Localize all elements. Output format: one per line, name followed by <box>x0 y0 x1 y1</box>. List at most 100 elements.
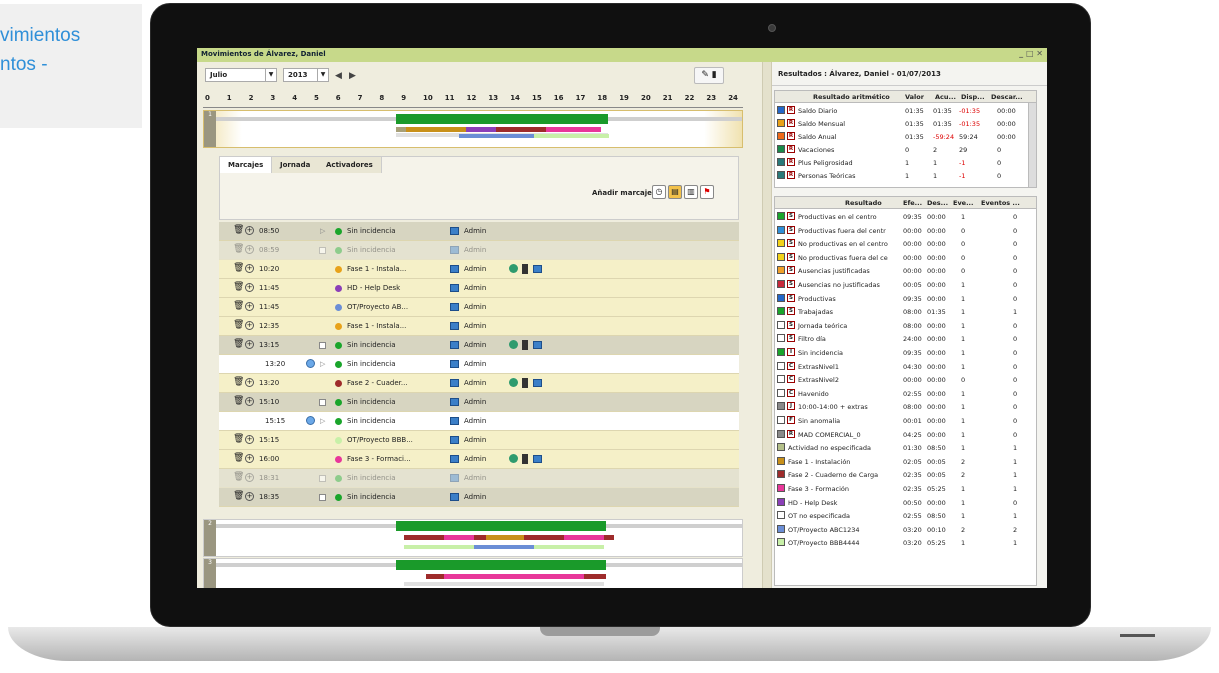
info-icon[interactable] <box>306 359 315 368</box>
trash-icon[interactable]: 🗑 <box>233 301 244 311</box>
table-row[interactable]: F Sin anomalia 00:01 00:00 1 0 <box>775 414 1036 427</box>
table-row[interactable]: S Productivas fuera del centr 00:00 00:00 0 0 <box>775 224 1036 237</box>
checkbox[interactable] <box>319 399 326 406</box>
phone-icon[interactable] <box>522 340 528 350</box>
column-header[interactable]: Eventos ... <box>981 199 1020 207</box>
mark-row[interactable]: 🗑 +18:31 Sin incidencia Admin <box>219 469 739 488</box>
table-row[interactable]: OT/Proyecto BBB4444 03:20 05:25 1 1 <box>775 536 1036 549</box>
column-header[interactable]: Des... <box>927 199 948 207</box>
year-select[interactable]: 2013 ▼ <box>283 68 329 82</box>
table-row[interactable]: S Ausencias no justificadas 00:05 00:00 1 0 <box>775 278 1036 291</box>
trash-icon[interactable]: 🗑 <box>233 225 244 235</box>
table-row[interactable]: R Saldo Mensual 01:35 01:35 -01:35 00:00 <box>775 117 1036 130</box>
table-row[interactable]: C ExtrasNivel2 00:00 00:00 0 0 <box>775 373 1036 386</box>
column-header[interactable]: Disp... <box>961 93 985 101</box>
trash-icon[interactable]: 🗑 <box>233 396 244 406</box>
add-icon[interactable]: + <box>245 283 254 292</box>
mark-row[interactable]: 🗑 +11:45 OT/Proyecto AB... Admin <box>219 298 739 317</box>
day-timeline-3[interactable]: 3 <box>203 558 743 588</box>
timeline-segment[interactable] <box>546 127 601 132</box>
flag-icon[interactable]: ⚑ <box>700 185 714 199</box>
table-row[interactable]: R Saldo Anual 01:35 -59:24 59:24 00:00 <box>775 130 1036 143</box>
mark-row[interactable]: 🗑 +12:35 Fase 1 - Instala... Admin <box>219 317 739 336</box>
mark-row[interactable]: 13:20 ▷ Sin incidencia Admin <box>219 355 739 374</box>
add-icon[interactable]: + <box>245 454 254 463</box>
chevron-down-icon[interactable]: ▼ <box>265 69 276 81</box>
table-row[interactable]: OT/Proyecto ABC1234 03:20 00:10 2 2 <box>775 523 1036 536</box>
month-select[interactable]: Julio ▼ <box>205 68 277 82</box>
timeline-segment[interactable] <box>396 127 406 132</box>
trash-icon[interactable]: 🗑 <box>233 491 244 501</box>
info-icon[interactable] <box>306 416 315 425</box>
prev-arrow-icon[interactable]: ◀ <box>335 71 342 81</box>
monitor-icon[interactable] <box>533 379 542 387</box>
table-row[interactable]: S Ausencias justificadas 00:00 00:00 0 0 <box>775 264 1036 277</box>
tab-jornada[interactable]: Jornada <box>272 157 320 173</box>
column-header[interactable]: Eve... <box>953 199 974 207</box>
timeline-segment[interactable] <box>444 574 584 579</box>
chevron-down-icon[interactable]: ▼ <box>317 69 328 81</box>
table-row[interactable]: S Productivas 09:35 00:00 1 0 <box>775 292 1036 305</box>
day-timeline-2[interactable]: 2 <box>203 519 743 557</box>
table-row[interactable]: S No productivas en el centro 00:00 00:00 0 0 <box>775 237 1036 250</box>
trash-icon[interactable]: 🗑 <box>233 339 244 349</box>
add-icon[interactable]: + <box>245 264 254 273</box>
mark-row[interactable]: 🗑 +16:00 Fase 3 - Formaci... Admin <box>219 450 739 469</box>
table-row[interactable]: C Havenido 02:55 00:00 1 0 <box>775 387 1036 400</box>
window-controls[interactable]: _ □ ✕ <box>1019 49 1043 58</box>
timeline-segment[interactable] <box>396 114 608 124</box>
table-row[interactable]: R Vacaciones 0 2 29 0 <box>775 143 1036 156</box>
tools-button[interactable]: ✎ ▮ <box>694 67 724 84</box>
table-row[interactable]: R Personas Teóricas 1 1 -1 0 <box>775 169 1036 182</box>
timeline-segment[interactable] <box>406 127 466 132</box>
table-row[interactable]: R MAD COMERCIAL_0 04:25 00:00 1 0 <box>775 428 1036 441</box>
table-row[interactable]: I Sin incidencia 09:35 00:00 1 0 <box>775 346 1036 359</box>
column-header[interactable]: Efe... <box>903 199 922 207</box>
expand-arrow-icon[interactable]: ▷ <box>320 417 325 425</box>
timeline-segment[interactable] <box>396 521 606 531</box>
globe-icon[interactable] <box>509 454 518 463</box>
table-row[interactable]: S Productivas en el centro 09:35 00:00 1 0 <box>775 210 1036 223</box>
mark-row[interactable]: 🗑 +18:35 Sin incidencia Admin <box>219 488 739 507</box>
column-header[interactable]: Acu... <box>935 93 956 101</box>
add-icon[interactable]: + <box>245 397 254 406</box>
table-row[interactable]: S Filtro día 24:00 00:00 1 0 <box>775 332 1036 345</box>
add-icon[interactable]: + <box>245 321 254 330</box>
expand-arrow-icon[interactable]: ▷ <box>320 227 325 235</box>
next-arrow-icon[interactable]: ▶ <box>349 71 356 81</box>
add-icon[interactable]: + <box>245 302 254 311</box>
checkbox[interactable] <box>319 247 326 254</box>
table-row[interactable]: R Plus Peligrosidad 1 1 -1 0 <box>775 156 1036 169</box>
globe-icon[interactable] <box>509 264 518 273</box>
mark-row[interactable]: 🗑 +08:59 Sin incidencia Admin <box>219 241 739 260</box>
checkbox[interactable] <box>319 475 326 482</box>
column-header[interactable]: Valor <box>905 93 924 101</box>
trash-icon[interactable]: 🗑 <box>233 282 244 292</box>
add-icon[interactable]: + <box>245 435 254 444</box>
mark-row[interactable]: 🗑 +15:10 Sin incidencia Admin <box>219 393 739 412</box>
table-row[interactable]: S Trabajadas 08:00 01:35 1 1 <box>775 305 1036 318</box>
trash-icon[interactable]: 🗑 <box>233 377 244 387</box>
table-row[interactable]: Actividad no especificada 01:30 08:50 1 1 <box>775 441 1036 454</box>
table-row[interactable]: J 10:00-14:00 + extras 08:00 00:00 1 0 <box>775 400 1036 413</box>
timeline-segment[interactable] <box>486 535 524 540</box>
timeline-segment[interactable] <box>444 535 474 540</box>
add-icon[interactable]: + <box>245 226 254 235</box>
timeline-segment[interactable] <box>396 560 606 570</box>
timeline-segment[interactable] <box>466 127 496 132</box>
table-row[interactable]: HD - Help Desk 00:50 00:00 1 0 <box>775 496 1036 509</box>
add-icon[interactable]: + <box>245 340 254 349</box>
mark-row[interactable]: 🗑 +13:20 Fase 2 - Cuader... Admin <box>219 374 739 393</box>
trash-icon[interactable]: 🗑 <box>233 434 244 444</box>
checkbox[interactable] <box>319 342 326 349</box>
add-icon[interactable]: + <box>245 473 254 482</box>
monitor-icon[interactable] <box>533 455 542 463</box>
table-row[interactable]: S No productivas fuera del ce 00:00 00:00 0 0 <box>775 251 1036 264</box>
trash-icon[interactable]: 🗑 <box>233 472 244 482</box>
checkbox[interactable] <box>319 494 326 501</box>
monitor-icon[interactable] <box>533 265 542 273</box>
table-row[interactable]: R Saldo Diario 01:35 01:35 -01:35 00:00 <box>775 104 1036 117</box>
timeline-segment[interactable] <box>404 582 604 586</box>
card-icon[interactable]: ▥ <box>684 185 698 199</box>
timeline-segment[interactable] <box>474 545 534 549</box>
